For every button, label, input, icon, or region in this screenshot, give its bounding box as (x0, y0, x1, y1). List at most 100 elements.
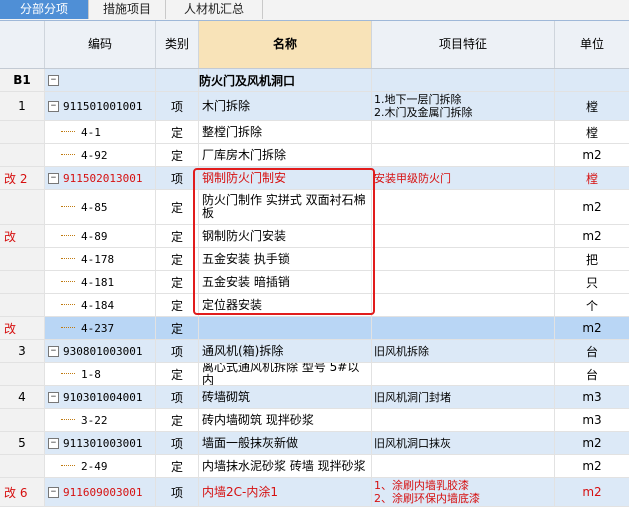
sub-row[interactable]: 改 4-89 定 钢制防火门安装 m2 (0, 225, 629, 248)
header-code[interactable]: 编码 (45, 21, 156, 68)
item-unit: m2 (582, 200, 602, 214)
item-row[interactable]: 5 −911301003001 项 墙面一般抹灰新做 旧风机洞口抹灰 m2 (0, 432, 629, 455)
row-index: 改 2 (4, 171, 28, 186)
item-type: 定 (170, 367, 183, 382)
tree-connector (61, 206, 75, 208)
sub-row[interactable]: 改 4-237 定 门窗后塞口 填充剂 m2 (0, 317, 629, 340)
header-unit[interactable]: 单位 (555, 21, 629, 68)
item-name: 木门拆除 (202, 98, 251, 113)
item-name: 内墙抹水泥砂浆 砖墙 现拌砂浆 (202, 458, 366, 473)
tree-connector (61, 154, 75, 156)
item-unit: m2 (582, 321, 602, 335)
row-index: 改 (4, 229, 17, 244)
bill-grid: 编码 类别 名称 项目特征 单位 B1 − 防火门及风机洞口 1 −911501… (0, 21, 629, 522)
item-feature: 1.地下一层门拆除 2.木门及金属门拆除 (374, 93, 473, 119)
collapse-icon[interactable]: − (48, 486, 59, 498)
collapse-icon[interactable]: − (48, 391, 59, 403)
sub-row[interactable]: 4-178 定 五金安装 执手锁 把 (0, 248, 629, 271)
item-unit: 台 (585, 367, 598, 382)
tree-connector (61, 327, 75, 329)
item-type: 定 (170, 321, 183, 336)
item-name: 砖内墙砌筑 现拌砂浆 (202, 412, 314, 427)
row-index: 改 (4, 321, 17, 336)
item-name: 墙面一般抹灰新做 (202, 435, 299, 450)
section-row[interactable]: B1 − 防火门及风机洞口 (0, 69, 629, 92)
item-name: 通风机(箱)拆除 (202, 343, 284, 358)
item-name: 五金安装 暗插销 (202, 274, 290, 289)
tree-connector (61, 419, 75, 421)
item-name: 厂库房木门拆除 (202, 147, 287, 162)
row-index: 1 (18, 99, 26, 113)
item-code: 4-89 (81, 229, 108, 243)
item-code: 4-1 (81, 125, 101, 139)
item-name: 离心式通风机拆除 型号 5#以内 (202, 363, 360, 385)
sub-row[interactable]: 4-85 定 防火门制作 实拼式 双面衬石棉板 m2 (0, 190, 629, 225)
item-row[interactable]: 1 −911501001001 项 木门拆除 1.地下一层门拆除 2.木门及金属门… (0, 92, 629, 121)
header-name[interactable]: 名称 (199, 21, 372, 68)
item-type: 项 (170, 436, 183, 451)
item-unit: 樘 (585, 171, 598, 186)
item-unit: m2 (582, 229, 602, 243)
item-type: 定 (170, 413, 183, 428)
sub-row[interactable]: 4-181 定 五金安装 暗插销 只 (0, 271, 629, 294)
item-code: 930801003001 (63, 344, 143, 358)
item-row[interactable]: 改 6 −911609003001 项 内墙2C-内涂1 1、涂刷内墙乳胶漆 2、… (0, 478, 629, 507)
item-type: 定 (170, 275, 183, 290)
item-row[interactable]: 改 2 −911502013001 项 钢制防火门制安 安装甲级防火门 樘 (0, 167, 629, 190)
item-code: 911501001001 (63, 99, 143, 113)
header-index (0, 21, 45, 68)
item-code: 4-85 (81, 200, 108, 214)
sub-row[interactable]: 4-1 定 整樘门拆除 樘 (0, 121, 629, 144)
collapse-icon[interactable]: − (48, 437, 59, 449)
item-type: 定 (170, 459, 183, 474)
tab-rencaiji[interactable]: 人材机汇总 (166, 0, 263, 19)
item-type: 定 (170, 252, 183, 267)
item-type: 定 (170, 229, 183, 244)
sub-row[interactable]: 4-184 定 定位器安装 个 (0, 294, 629, 317)
item-code: 911502013001 (63, 171, 143, 185)
item-name: 钢制防火门制安 (202, 170, 287, 185)
section-name: 防火门及风机洞口 (199, 73, 296, 88)
item-code: 911609003001 (63, 485, 143, 499)
item-unit: m2 (582, 459, 602, 473)
item-name: 五金安装 执手锁 (202, 251, 290, 266)
item-code: 1-8 (81, 367, 101, 381)
item-type: 项 (170, 344, 183, 359)
item-unit: 樘 (585, 99, 598, 114)
collapse-icon[interactable]: − (48, 172, 59, 184)
sub-row[interactable]: 2-49 定 内墙抹水泥砂浆 砖墙 现拌砂浆 m2 (0, 455, 629, 478)
sub-row[interactable]: 3-22 定 砖内墙砌筑 现拌砂浆 m3 (0, 409, 629, 432)
tree-connector (61, 373, 75, 375)
sub-row[interactable]: 1-8 定 离心式通风机拆除 型号 5#以内 台 (0, 363, 629, 386)
item-type: 项 (170, 485, 183, 500)
item-type: 项 (170, 99, 183, 114)
collapse-icon[interactable]: − (48, 74, 59, 86)
grid-header: 编码 类别 名称 项目特征 单位 (0, 21, 629, 69)
item-code: 4-181 (81, 275, 115, 289)
item-code: 4-184 (81, 298, 115, 312)
item-row[interactable]: 4 −910301004001 项 砖墙砌筑 旧风机洞门封堵 m3 (0, 386, 629, 409)
tab-fenbu[interactable]: 分部分项 (0, 0, 89, 19)
item-unit: 樘 (585, 125, 598, 140)
collapse-icon[interactable]: − (48, 345, 59, 357)
item-name: 防火门制作 实拼式 双面衬石棉板 (202, 193, 366, 220)
item-row[interactable]: 3 −930801003001 项 通风机(箱)拆除 旧风机拆除 台 (0, 340, 629, 363)
tab-cuoshi[interactable]: 措施项目 (89, 0, 166, 19)
item-name: 钢制防火门安装 (202, 228, 287, 243)
collapse-icon[interactable]: − (48, 100, 59, 112)
header-type[interactable]: 类别 (156, 21, 199, 68)
item-feature: 旧风机洞门封堵 (374, 390, 451, 404)
sub-row[interactable]: 4-92 定 厂库房木门拆除 m2 (0, 144, 629, 167)
header-feature[interactable]: 项目特征 (372, 21, 555, 68)
item-code: 911301003001 (63, 436, 143, 450)
tree-connector (61, 281, 75, 283)
item-type: 定 (170, 298, 183, 313)
item-feature: 旧风机洞口抹灰 (374, 436, 451, 450)
item-unit: 把 (585, 252, 598, 267)
item-unit: m2 (582, 436, 602, 450)
tree-connector (61, 465, 75, 467)
item-unit: m2 (582, 148, 602, 162)
tree-connector (61, 235, 75, 237)
row-index: 改 6 (4, 485, 28, 500)
item-name: 整樘门拆除 (202, 124, 263, 139)
